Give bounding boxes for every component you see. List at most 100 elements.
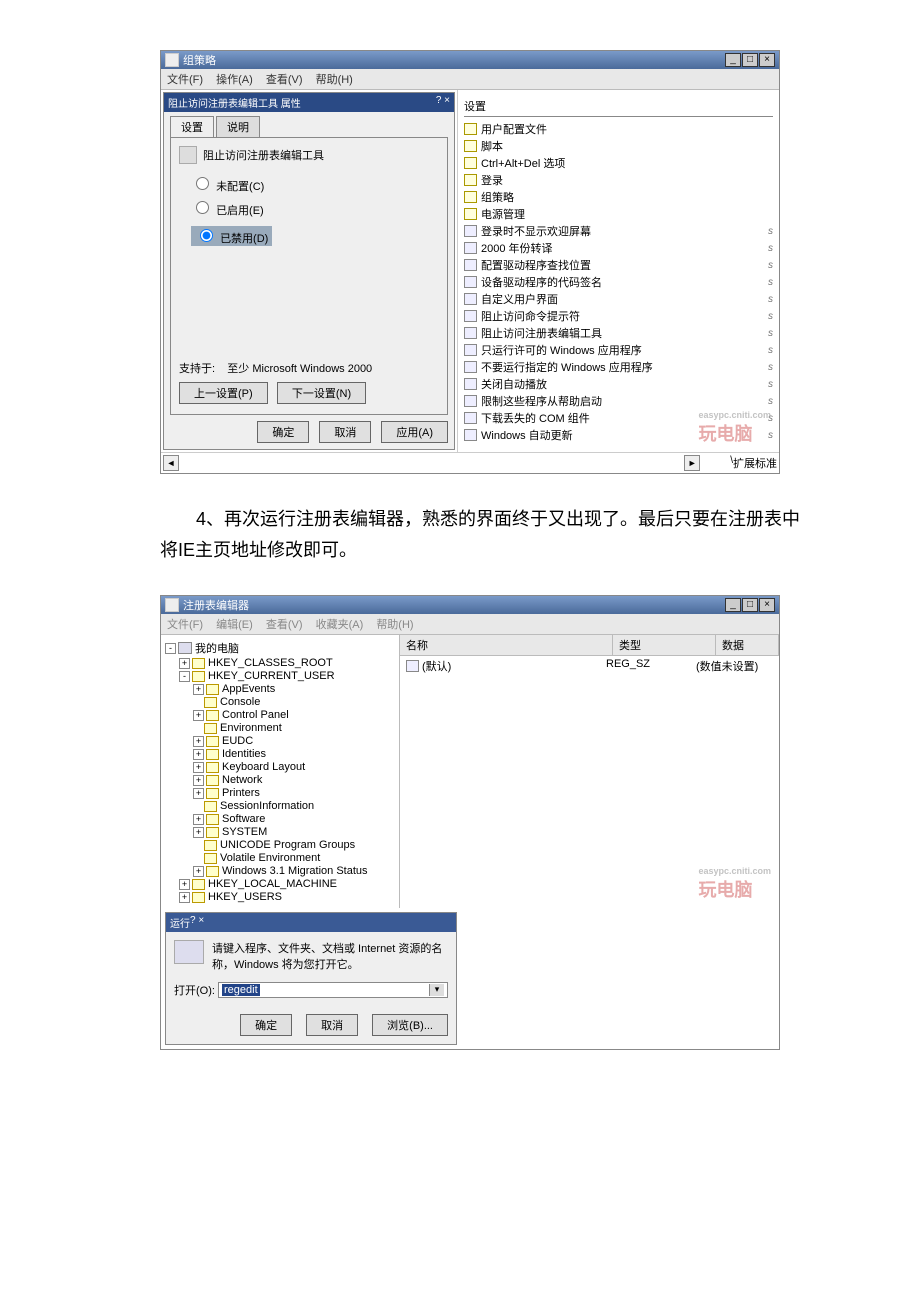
list-item[interactable]: 只运行许可的 Windows 应用程序s xyxy=(464,342,773,358)
close-button[interactable]: × xyxy=(759,598,775,612)
radio-enabled[interactable]: 已启用(E) xyxy=(191,198,439,218)
tree-node[interactable]: +Printers xyxy=(165,787,395,799)
tree-node[interactable]: +SYSTEM xyxy=(165,826,395,838)
tree-node[interactable]: +Keyboard Layout xyxy=(165,761,395,773)
radio-not-configured-input[interactable] xyxy=(196,177,209,190)
radio-disabled-input[interactable] xyxy=(200,229,213,242)
expander-icon[interactable]: - xyxy=(179,671,190,682)
expander-icon[interactable]: + xyxy=(193,866,204,877)
radio-disabled[interactable]: 已禁用(D) xyxy=(191,226,272,246)
tree-node[interactable]: +Network xyxy=(165,774,395,786)
ok-button[interactable]: 确定 xyxy=(257,421,309,443)
tree-node[interactable]: +HKEY_LOCAL_MACHINE xyxy=(165,878,395,890)
list-item[interactable]: 不要运行指定的 Windows 应用程序s xyxy=(464,359,773,375)
minimize-button[interactable]: _ xyxy=(725,53,741,67)
tree-node[interactable]: +HKEY_USERS xyxy=(165,891,395,903)
expander-icon[interactable]: + xyxy=(179,879,190,890)
footer-tab-std[interactable]: 标准 xyxy=(755,455,777,471)
tree-node[interactable]: Volatile Environment xyxy=(165,852,395,864)
list-item[interactable]: 设备驱动程序的代码签名s xyxy=(464,274,773,290)
close-button[interactable]: × xyxy=(759,53,775,67)
minimize-button[interactable]: _ xyxy=(725,598,741,612)
menu-help[interactable]: 帮助(H) xyxy=(376,619,413,631)
tree-node[interactable]: Environment xyxy=(165,722,395,734)
help-icon[interactable]: ? xyxy=(436,95,442,110)
list-item[interactable]: 登录 xyxy=(464,172,773,188)
tree-node[interactable]: +HKEY_CLASSES_ROOT xyxy=(165,657,395,669)
list-item[interactable]: 电源管理 xyxy=(464,206,773,222)
close-icon[interactable]: × xyxy=(198,915,204,930)
run-input[interactable]: regedit ▾ xyxy=(218,982,448,998)
policy-icon xyxy=(464,276,477,288)
menu-file[interactable]: 文件(F) xyxy=(167,74,203,86)
list-item[interactable]: 用户配置文件 xyxy=(464,121,773,137)
list-item[interactable]: 自定义用户界面s xyxy=(464,291,773,307)
radio-enabled-input[interactable] xyxy=(196,201,209,214)
list-item[interactable]: 脚本 xyxy=(464,138,773,154)
list-item[interactable]: 2000 年份转译s xyxy=(464,240,773,256)
expander-icon[interactable]: + xyxy=(193,762,204,773)
col-data[interactable]: 数据 xyxy=(716,635,779,655)
list-item[interactable]: 阻止访问命令提示符s xyxy=(464,308,773,324)
maximize-button[interactable]: □ xyxy=(742,598,758,612)
tree-node[interactable]: +Control Panel xyxy=(165,709,395,721)
list-row[interactable]: (默认) REG_SZ (数值未设置) xyxy=(400,656,779,676)
menu-view[interactable]: 查看(V) xyxy=(266,619,303,631)
menu-edit[interactable]: 编辑(E) xyxy=(216,619,253,631)
list-item[interactable]: 限制这些程序从帮助启动s xyxy=(464,393,773,409)
menu-help[interactable]: 帮助(H) xyxy=(316,74,353,86)
menu-file[interactable]: 文件(F) xyxy=(167,619,203,631)
tree-node[interactable]: -HKEY_CURRENT_USER xyxy=(165,670,395,682)
help-icon[interactable]: ? xyxy=(190,915,196,930)
col-type[interactable]: 类型 xyxy=(613,635,716,655)
tree-node[interactable]: Console xyxy=(165,696,395,708)
tree-root[interactable]: - 我的电脑 xyxy=(165,640,395,656)
expander-icon[interactable]: + xyxy=(193,710,204,721)
menu-fav[interactable]: 收藏夹(A) xyxy=(316,619,364,631)
expander-icon[interactable]: + xyxy=(193,736,204,747)
tree-node[interactable]: +AppEvents xyxy=(165,683,395,695)
dialog-titlebar: 阻止访问注册表编辑工具 属性 ? × xyxy=(164,93,454,112)
cancel-button[interactable]: 取消 xyxy=(319,421,371,443)
tree-node[interactable]: +EUDC xyxy=(165,735,395,747)
next-setting-button[interactable]: 下一设置(N) xyxy=(277,382,366,404)
expander-icon[interactable]: + xyxy=(193,788,204,799)
list-item[interactable]: 关闭自动播放s xyxy=(464,376,773,392)
tree-node[interactable]: +Identities xyxy=(165,748,395,760)
run-browse-button[interactable]: 浏览(B)... xyxy=(372,1014,448,1036)
expander-icon[interactable]: + xyxy=(193,749,204,760)
expander-icon[interactable]: + xyxy=(179,892,190,903)
prev-setting-button[interactable]: 上一设置(P) xyxy=(179,382,268,404)
run-cancel-button[interactable]: 取消 xyxy=(306,1014,358,1036)
close-icon[interactable]: × xyxy=(444,95,450,110)
maximize-button[interactable]: □ xyxy=(742,53,758,67)
tree-node[interactable]: +Windows 3.1 Migration Status xyxy=(165,865,395,877)
list-item[interactable]: 组策略 xyxy=(464,189,773,205)
apply-button[interactable]: 应用(A) xyxy=(381,421,448,443)
radio-not-configured[interactable]: 未配置(C) xyxy=(191,174,439,194)
expander-icon[interactable]: + xyxy=(179,658,190,669)
registry-tree[interactable]: - 我的电脑 +HKEY_CLASSES_ROOT-HKEY_CURRENT_U… xyxy=(161,635,400,908)
expander-icon[interactable]: + xyxy=(193,814,204,825)
run-ok-button[interactable]: 确定 xyxy=(240,1014,292,1036)
expander-icon[interactable]: + xyxy=(193,775,204,786)
expander-icon[interactable]: + xyxy=(193,684,204,695)
dropdown-icon[interactable]: ▾ xyxy=(429,984,444,996)
scroll-left-icon[interactable]: ◄ xyxy=(163,455,179,471)
expander-icon[interactable]: + xyxy=(193,827,204,838)
tree-node[interactable]: +Software xyxy=(165,813,395,825)
column-header-setting: 设置 xyxy=(464,98,773,117)
footer-tab-ext[interactable]: 扩展 xyxy=(733,455,755,471)
list-item[interactable]: 配置驱动程序查找位置s xyxy=(464,257,773,273)
tree-node[interactable]: UNICODE Program Groups xyxy=(165,839,395,851)
menu-view[interactable]: 查看(V) xyxy=(266,74,303,86)
list-item[interactable]: 登录时不显示欢迎屏幕s xyxy=(464,223,773,239)
tab-explain[interactable]: 说明 xyxy=(216,116,260,137)
col-name[interactable]: 名称 xyxy=(400,635,613,655)
scroll-right-icon[interactable]: ► xyxy=(684,455,700,471)
list-item[interactable]: 阻止访问注册表编辑工具s xyxy=(464,325,773,341)
tab-settings[interactable]: 设置 xyxy=(170,116,214,137)
tree-node[interactable]: SessionInformation xyxy=(165,800,395,812)
menu-action[interactable]: 操作(A) xyxy=(216,74,253,86)
list-item[interactable]: Ctrl+Alt+Del 选项 xyxy=(464,155,773,171)
